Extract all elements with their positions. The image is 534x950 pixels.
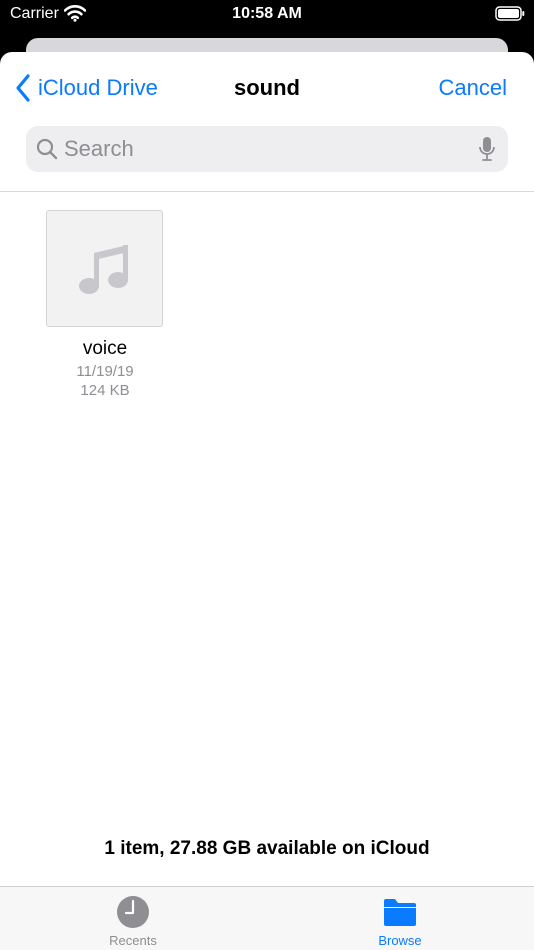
- clock-icon: [117, 896, 149, 928]
- file-size: 124 KB: [80, 382, 130, 399]
- search-icon: [36, 138, 58, 160]
- music-note-icon: [79, 245, 128, 294]
- status-bar: Carrier 10:58 AM: [0, 0, 534, 30]
- search-input[interactable]: [64, 126, 464, 172]
- storage-status: 1 item, 27.88 GB available on iCloud: [104, 838, 430, 859]
- header-divider: [0, 191, 534, 192]
- tab-recents-label: Recents: [109, 933, 157, 948]
- chevron-left-icon: [16, 74, 30, 102]
- cancel-button[interactable]: Cancel: [439, 75, 507, 101]
- file-name: voice: [82, 338, 128, 359]
- back-button[interactable]: iCloud Drive: [14, 72, 158, 104]
- file-item[interactable]: voice 11/19/19 124 KB: [40, 210, 170, 410]
- file-date: 11/19/19: [76, 363, 134, 380]
- folder-icon: [384, 899, 416, 926]
- tab-bar: Recents Browse: [0, 886, 534, 950]
- tab-browse-label: Browse: [378, 933, 422, 948]
- tab-browse[interactable]: Browse: [330, 887, 470, 950]
- back-button-label: iCloud Drive: [38, 75, 158, 100]
- search-bar[interactable]: [26, 126, 508, 172]
- battery-icon: [495, 6, 525, 21]
- status-time: 10:58 AM: [232, 5, 302, 22]
- document-picker-sheet: iCloud Drive sound Cancel voice 11: [0, 52, 534, 950]
- tab-recents[interactable]: Recents: [63, 887, 203, 950]
- file-thumbnail: [46, 210, 163, 327]
- microphone-icon[interactable]: [478, 136, 496, 162]
